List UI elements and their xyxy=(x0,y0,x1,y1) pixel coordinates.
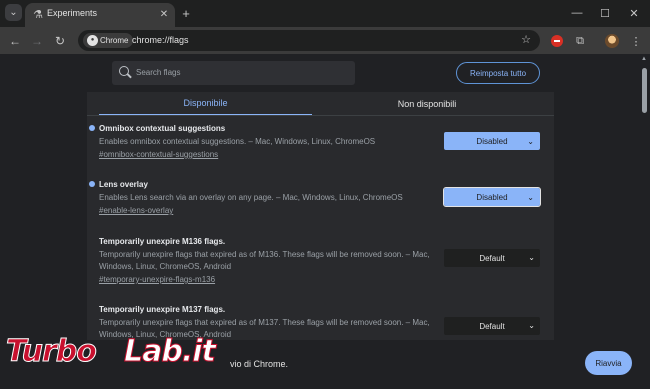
more-vert-icon: ⋮ xyxy=(630,35,642,48)
maximize-button[interactable]: ☐ xyxy=(595,4,615,22)
search-icon xyxy=(119,66,132,79)
close-window-button[interactable]: ✕ xyxy=(624,4,644,22)
tab-search-button[interactable]: ⌄ xyxy=(5,4,22,21)
flag-description: Temporarily unexpire flags that expired … xyxy=(99,318,430,339)
url-text[interactable]: chrome://flags xyxy=(132,35,189,45)
tab-available[interactable]: Disponibile xyxy=(99,92,312,116)
tab-strip: ⌄ ⚗ Experiments ✕ + — ☐ ✕ xyxy=(0,0,650,27)
chevron-down-icon: ⌄ xyxy=(9,7,18,18)
toolbar: ← → ↻ ● Chrome chrome://flags ☆ ⧉ ⋮ xyxy=(0,27,650,54)
flask-icon: ⚗ xyxy=(33,8,43,21)
flag-select[interactable]: Default ⌄ xyxy=(444,317,540,335)
flag-item: Omnibox contextual suggestions Enables o… xyxy=(99,124,544,164)
puzzle-icon: ⧉ xyxy=(576,34,584,47)
flag-title: Omnibox contextual suggestions xyxy=(99,124,226,133)
flag-title: Temporarily unexpire M137 flags. xyxy=(99,305,226,314)
browser-window: ⌄ ⚗ Experiments ✕ + — ☐ ✕ ← → ↻ ● Chrome… xyxy=(0,0,650,389)
modified-dot-icon xyxy=(89,181,95,187)
back-button[interactable]: ← xyxy=(6,32,24,50)
flag-title: Lens overlay xyxy=(99,180,148,189)
flag-item: Lens overlay Enables Lens search via an … xyxy=(99,180,544,220)
chevron-down-icon: ⌄ xyxy=(527,193,534,202)
avatar xyxy=(605,34,619,48)
tab-title: Experiments xyxy=(47,8,98,18)
flag-description: Enables Lens search via an overlay on an… xyxy=(99,193,403,202)
flags-page: Search flags Reimposta tutto Disponibile… xyxy=(0,54,650,389)
flag-link[interactable]: #enable-lens-overlay xyxy=(99,206,173,215)
search-flags-input[interactable]: Search flags xyxy=(112,61,355,85)
arrow-right-icon: → xyxy=(31,34,43,48)
flag-link[interactable]: #omnibox-contextual-suggestions xyxy=(99,150,218,159)
search-placeholder: Search flags xyxy=(136,68,181,77)
tabs-divider xyxy=(87,115,554,116)
flag-select[interactable]: Default ⌄ xyxy=(444,249,540,267)
chevron-down-icon: ⌄ xyxy=(527,137,534,146)
forward-button[interactable]: → xyxy=(28,32,46,50)
relaunch-message: vio di Chrome. xyxy=(230,359,289,369)
relaunch-bar: vio di Chrome. Riavvia xyxy=(0,340,640,389)
scrollbar[interactable]: ▲ xyxy=(640,54,648,389)
chevron-down-icon: ⌄ xyxy=(528,321,535,330)
site-chip-label: Chrome xyxy=(100,36,129,45)
flag-description: Temporarily unexpire flags that expired … xyxy=(99,250,430,271)
reset-all-button[interactable]: Reimposta tutto xyxy=(456,62,540,84)
flag-select-value: Disabled xyxy=(476,192,508,202)
modified-dot-icon xyxy=(89,125,95,131)
profile-button[interactable] xyxy=(603,32,621,50)
bookmark-star-icon[interactable]: ☆ xyxy=(521,33,531,46)
chrome-icon: ● xyxy=(87,35,98,46)
flag-select[interactable]: Disabled ⌄ xyxy=(443,187,541,207)
flags-tabs: Disponibile Non disponibili xyxy=(87,92,554,116)
flag-select-value: Default xyxy=(479,253,505,263)
block-icon xyxy=(551,35,563,47)
menu-button[interactable]: ⋮ xyxy=(627,32,645,50)
reload-icon: ↻ xyxy=(54,34,66,48)
flag-item: Temporarily unexpire M136 flags. Tempora… xyxy=(99,237,544,292)
flag-title: Temporarily unexpire M136 flags. xyxy=(99,237,226,246)
plus-icon: + xyxy=(182,5,190,21)
flag-select-value: Default xyxy=(479,321,505,331)
flag-description: Enables omnibox contextual suggestions. … xyxy=(99,137,376,146)
minimize-button[interactable]: — xyxy=(567,4,587,22)
site-chip[interactable]: ● Chrome xyxy=(83,33,134,48)
extension-blocker-button[interactable] xyxy=(548,32,566,50)
relaunch-button[interactable]: Riavvia xyxy=(585,351,632,375)
scroll-up-icon[interactable]: ▲ xyxy=(641,56,647,62)
arrow-left-icon: ← xyxy=(9,34,21,48)
scrollbar-thumb[interactable] xyxy=(642,68,647,113)
new-tab-button[interactable]: + xyxy=(178,5,194,21)
tab-unavailable[interactable]: Non disponibili xyxy=(312,92,542,116)
flag-select[interactable]: Disabled ⌄ xyxy=(444,132,540,150)
close-tab-icon[interactable]: ✕ xyxy=(157,7,171,21)
reload-button[interactable]: ↻ xyxy=(51,32,69,50)
flag-select-value: Disabled xyxy=(476,136,508,146)
tab-experiments[interactable]: ⚗ Experiments ✕ xyxy=(25,3,175,27)
address-bar[interactable]: ● Chrome chrome://flags ☆ xyxy=(78,30,540,51)
flags-header: Search flags Reimposta tutto xyxy=(0,54,650,92)
extensions-button[interactable]: ⧉ xyxy=(571,32,589,50)
chevron-down-icon: ⌄ xyxy=(528,253,535,262)
flag-link[interactable]: #temporary-unexpire-flags-m136 xyxy=(99,275,215,284)
